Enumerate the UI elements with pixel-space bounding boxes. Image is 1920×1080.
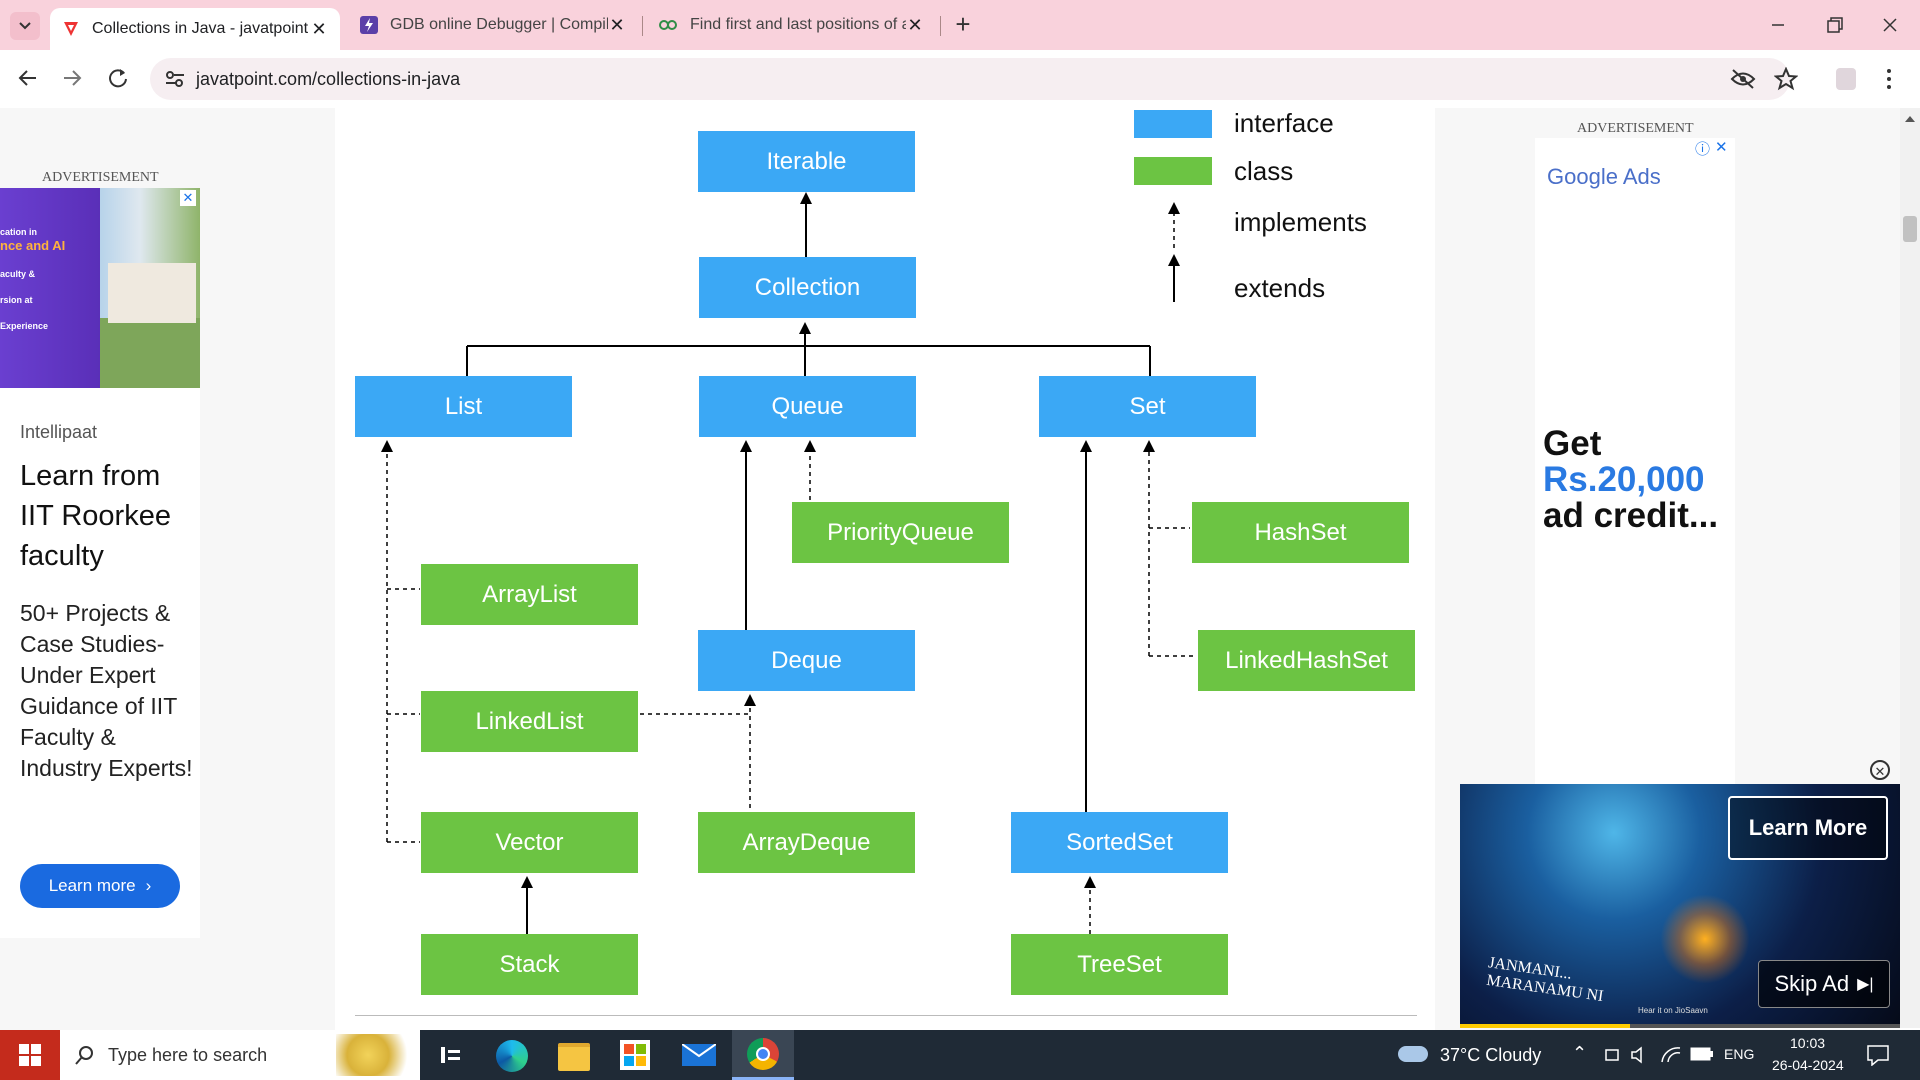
node-linkedlist: LinkedList (421, 691, 638, 752)
search-highlight-image (336, 1034, 416, 1076)
ad-get-text: Get (1543, 424, 1602, 463)
node-priorityqueue: PriorityQueue (792, 502, 1009, 563)
windows-logo-icon (19, 1044, 41, 1066)
search-placeholder: Type here to search (108, 1045, 268, 1065)
node-hashset: HashSet (1192, 502, 1409, 563)
node-treeset: TreeSet (1011, 934, 1228, 995)
node-set: Set (1039, 376, 1256, 437)
content-divider (355, 1015, 1417, 1016)
chrome-icon (747, 1038, 779, 1070)
weather-icon[interactable] (1398, 1046, 1428, 1062)
wifi-icon[interactable] (1660, 1045, 1682, 1065)
legend-interface-label: interface (1234, 108, 1334, 138)
task-view-icon (441, 1047, 460, 1063)
node-arraydeque: ArrayDeque (698, 812, 915, 873)
edge-button[interactable] (496, 1040, 528, 1072)
scroll-up-icon[interactable] (1903, 114, 1917, 124)
meet-now-icon[interactable] (1604, 1046, 1622, 1064)
scrollbar-thumb[interactable] (1903, 216, 1917, 242)
store-tile-icon (636, 1056, 646, 1066)
ad-info-icon[interactable]: ⓘ (1695, 138, 1710, 159)
video-ad-glow (1660, 894, 1750, 984)
store-button[interactable] (620, 1040, 650, 1070)
store-tile-icon (624, 1044, 634, 1054)
node-deque: Deque (698, 630, 915, 691)
learn-more-button[interactable]: Learn More (1728, 796, 1888, 860)
legend-extends-label: extends (1234, 273, 1326, 303)
ad-tail-text: ad credit... (1543, 496, 1719, 535)
windows-taskbar: Type here to search 37°C Cloudy ⌃ ENG 10… (0, 1030, 1920, 1080)
node-collection: Collection (699, 257, 916, 318)
language-indicator[interactable]: ENG (1724, 1046, 1754, 1062)
google-ads-logo: Google Ads (1547, 164, 1661, 189)
legend-class-swatch (1134, 157, 1212, 185)
store-tile-icon (636, 1044, 646, 1054)
video-ad-player[interactable]: Learn More JANMANI... MARANAMU NI Hear i… (1460, 784, 1900, 1028)
skip-ad-label: Skip Ad (1774, 971, 1850, 996)
node-list: List (355, 376, 572, 437)
chrome-button-active[interactable] (732, 1030, 794, 1080)
skip-next-icon: ▶| (1857, 976, 1874, 993)
ad-label: ADVERTISEMENT (1577, 121, 1694, 136)
video-ad-close-button[interactable]: ✕ (1870, 760, 1890, 780)
ad-amount-text: Rs.20,000 (1543, 460, 1705, 499)
node-linkedhashset: LinkedHashSet (1198, 630, 1415, 691)
page-scrollbar[interactable] (1900, 108, 1920, 1028)
speaker-icon[interactable] (1630, 1045, 1650, 1065)
weather-text[interactable]: 37°C Cloudy (1440, 1045, 1541, 1066)
google-ads-card[interactable]: ⓘ ✕ Google Ads Get Rs.20,000 ad credit..… (1535, 138, 1735, 788)
mail-icon (681, 1043, 717, 1058)
node-queue: Queue (699, 376, 916, 437)
node-stack: Stack (421, 934, 638, 995)
notifications-icon[interactable] (1866, 1044, 1890, 1066)
taskbar-search-box[interactable]: Type here to search (60, 1030, 420, 1080)
mail-button[interactable] (681, 1043, 717, 1066)
legend-class-label: class (1234, 156, 1294, 186)
video-progress-fill (1460, 1024, 1630, 1028)
node-vector: Vector (421, 812, 638, 873)
start-button[interactable] (0, 1030, 60, 1080)
legend-interface-swatch (1134, 110, 1212, 138)
ad-close-button[interactable]: ✕ (1715, 138, 1728, 156)
node-sortedset: SortedSet (1011, 812, 1228, 873)
clock-time[interactable]: 10:03 (1790, 1035, 1825, 1051)
battery-icon[interactable] (1690, 1047, 1714, 1061)
legend-implements-label: implements (1234, 207, 1367, 237)
node-arraylist: ArrayList (421, 564, 638, 625)
store-tile-icon (624, 1056, 634, 1066)
learn-more-label: Learn More (1748, 815, 1868, 840)
video-small-text: Hear it on JioSaavn (1638, 1006, 1708, 1015)
search-icon (75, 1046, 93, 1065)
file-explorer-button[interactable] (558, 1043, 590, 1071)
chevron-up-icon[interactable]: ⌃ (1572, 1043, 1587, 1064)
skip-ad-button[interactable]: Skip Ad ▶| (1758, 960, 1890, 1008)
task-view-button[interactable] (438, 1042, 464, 1073)
node-iterable: Iterable (698, 131, 915, 192)
clock-date[interactable]: 26-04-2024 (1772, 1057, 1844, 1073)
